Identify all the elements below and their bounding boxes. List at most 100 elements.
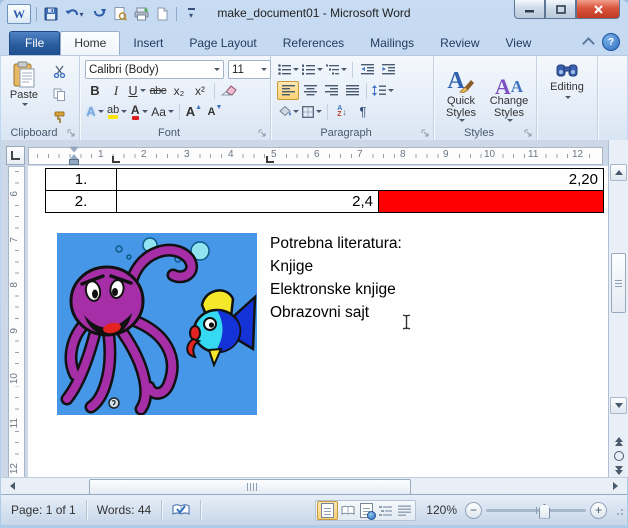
font-color-button[interactable]: A bbox=[129, 102, 149, 121]
numbering-dropdown-icon[interactable] bbox=[317, 68, 323, 71]
text-line[interactable]: Potrebna literatura: bbox=[270, 232, 402, 255]
tab-mailings[interactable]: Mailings bbox=[357, 32, 427, 55]
table-cell-value[interactable]: 2,4 bbox=[117, 191, 379, 212]
line-spacing-button[interactable] bbox=[371, 81, 395, 100]
text-line[interactable]: Knjige bbox=[270, 255, 402, 278]
increase-indent-button[interactable] bbox=[378, 60, 398, 79]
underline-dropdown-icon[interactable] bbox=[140, 89, 146, 92]
font-dialog-launcher[interactable] bbox=[257, 128, 267, 138]
text-line[interactable]: Obrazovni sajt bbox=[270, 301, 402, 324]
borders-button[interactable] bbox=[301, 102, 323, 121]
next-page-button[interactable] bbox=[609, 464, 628, 477]
draft-view-button[interactable] bbox=[395, 502, 414, 519]
resize-grip[interactable] bbox=[613, 505, 623, 515]
table-cell-number[interactable]: 1. bbox=[46, 169, 117, 190]
select-browse-object-button[interactable] bbox=[614, 451, 624, 461]
tab-selector-button[interactable] bbox=[6, 146, 25, 165]
word-logo-icon[interactable]: W bbox=[7, 4, 31, 24]
help-button[interactable]: ? bbox=[602, 33, 620, 51]
web-layout-view-button[interactable] bbox=[357, 502, 376, 519]
subscript-button[interactable]: x₂ bbox=[169, 81, 189, 100]
italic-button[interactable]: I bbox=[106, 81, 126, 100]
left-indent-icon[interactable] bbox=[69, 159, 79, 165]
zoom-out-button[interactable]: − bbox=[465, 502, 482, 519]
quick-print-button[interactable] bbox=[132, 6, 150, 23]
font-name-combo[interactable]: Calibri (Body) bbox=[85, 60, 224, 79]
horizontal-scroll-thumb[interactable] bbox=[89, 479, 411, 495]
new-document-button[interactable] bbox=[153, 6, 171, 23]
minimize-ribbon-icon[interactable] bbox=[582, 37, 595, 50]
borders-dropdown-icon[interactable] bbox=[316, 110, 322, 113]
word-count[interactable]: Words: 44 bbox=[87, 500, 162, 520]
undo-dropdown-icon[interactable]: ▾ bbox=[79, 10, 83, 19]
font-name-dropdown-icon[interactable] bbox=[214, 68, 220, 71]
close-button[interactable] bbox=[576, 0, 620, 19]
vertical-scroll-thumb[interactable] bbox=[611, 253, 626, 313]
print-preview-button[interactable] bbox=[111, 6, 129, 23]
scroll-up-button[interactable] bbox=[610, 164, 627, 181]
underline-button[interactable]: U bbox=[127, 81, 147, 100]
vertical-ruler[interactable]: 6 7 8 9 10 11 12 bbox=[8, 166, 25, 479]
save-button[interactable] bbox=[42, 6, 60, 23]
format-painter-button[interactable] bbox=[49, 108, 69, 127]
multilevel-dropdown-icon[interactable] bbox=[341, 68, 347, 71]
outline-view-button[interactable] bbox=[376, 502, 395, 519]
red-highlighted-cell[interactable] bbox=[379, 191, 603, 212]
grow-font-button[interactable]: A ▲ bbox=[184, 102, 204, 121]
tab-stop-icon[interactable] bbox=[112, 156, 120, 163]
editing-dropdown-icon[interactable] bbox=[565, 96, 571, 99]
clear-formatting-button[interactable] bbox=[219, 81, 239, 100]
tab-home[interactable]: Home bbox=[60, 31, 120, 55]
zoom-level[interactable]: 120% bbox=[426, 503, 457, 517]
quick-styles-button[interactable]: A Quick Styles bbox=[437, 60, 485, 122]
decrease-indent-button[interactable] bbox=[357, 60, 377, 79]
align-center-button[interactable] bbox=[300, 81, 320, 100]
align-right-button[interactable] bbox=[321, 81, 341, 100]
tab-references[interactable]: References bbox=[270, 32, 357, 55]
customize-quick-access-button[interactable]: ▾ bbox=[182, 6, 200, 23]
bold-button[interactable]: B bbox=[85, 81, 105, 100]
multilevel-list-button[interactable] bbox=[325, 60, 348, 79]
font-color-dropdown-icon[interactable] bbox=[142, 110, 148, 113]
show-hide-pilcrow-button[interactable]: ¶ bbox=[353, 102, 373, 121]
paste-dropdown-icon[interactable] bbox=[22, 103, 28, 106]
text-highlight-button[interactable]: ab bbox=[106, 102, 128, 121]
octopus-fish-image[interactable] bbox=[57, 233, 257, 415]
page-indicator[interactable]: Page: 1 of 1 bbox=[1, 500, 87, 520]
tab-view[interactable]: View bbox=[493, 32, 545, 55]
zoom-slider-handle[interactable] bbox=[539, 504, 550, 519]
document-page[interactable]: 1. 2,20 2. 2,4 bbox=[28, 166, 608, 477]
scroll-right-button[interactable] bbox=[608, 479, 623, 493]
document-text[interactable]: Potrebna literatura: Knjige Elektronske … bbox=[270, 232, 402, 324]
clipboard-dialog-launcher[interactable] bbox=[66, 128, 76, 138]
tab-page-layout[interactable]: Page Layout bbox=[176, 32, 269, 55]
tab-insert[interactable]: Insert bbox=[120, 32, 176, 55]
text-effects-dropdown-icon[interactable] bbox=[98, 110, 104, 113]
styles-dialog-launcher[interactable] bbox=[523, 128, 533, 138]
tab-file[interactable]: File bbox=[9, 31, 60, 55]
previous-page-button[interactable] bbox=[609, 435, 628, 448]
undo-button[interactable]: ▾ bbox=[63, 6, 87, 23]
indent-markers[interactable] bbox=[69, 147, 78, 164]
tab-stop-icon[interactable] bbox=[266, 156, 274, 163]
quick-styles-dropdown-icon[interactable] bbox=[459, 119, 465, 122]
copy-button[interactable] bbox=[49, 85, 69, 104]
zoom-in-button[interactable]: + bbox=[590, 502, 607, 519]
sort-button[interactable]: A Z ↓ bbox=[332, 102, 352, 121]
font-size-combo[interactable]: 11 bbox=[228, 60, 271, 79]
shading-button[interactable] bbox=[277, 102, 300, 121]
scroll-left-button[interactable] bbox=[5, 479, 20, 493]
line-spacing-dropdown-icon[interactable] bbox=[388, 89, 394, 92]
change-styles-dropdown-icon[interactable] bbox=[507, 119, 513, 122]
strikethrough-button[interactable]: abe bbox=[148, 81, 168, 100]
cut-button[interactable] bbox=[49, 62, 69, 81]
numbering-button[interactable] bbox=[301, 60, 324, 79]
scroll-down-button[interactable] bbox=[610, 397, 627, 414]
maximize-button[interactable] bbox=[545, 0, 576, 19]
horizontal-scrollbar[interactable] bbox=[1, 477, 627, 495]
bullets-button[interactable] bbox=[277, 60, 300, 79]
font-size-dropdown-icon[interactable] bbox=[261, 68, 267, 71]
text-line[interactable]: Elektronske knjige bbox=[270, 278, 402, 301]
first-line-indent-icon[interactable] bbox=[70, 147, 78, 152]
redo-button[interactable] bbox=[90, 6, 108, 23]
